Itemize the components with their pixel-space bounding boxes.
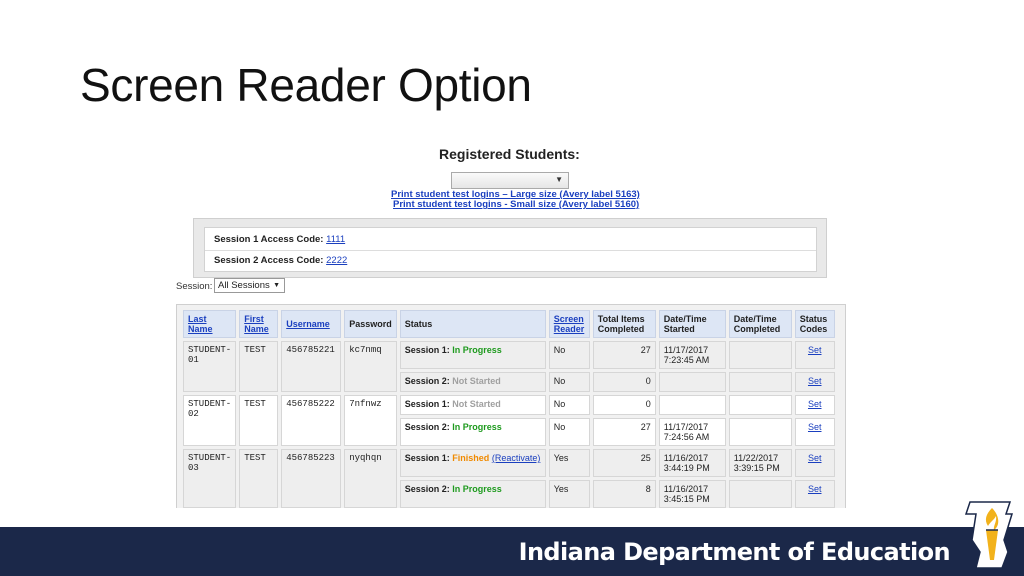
cell-status: Session 2: In Progress <box>399 418 546 446</box>
chevron-down-icon: ▼ <box>273 282 280 289</box>
dropdown-caret-icon: ▼ <box>555 175 563 184</box>
status-text: In Progress <box>452 345 502 355</box>
organization-name: Indiana Department of Education <box>518 538 951 566</box>
col-screen-reader[interactable]: Screen Reader <box>548 310 590 338</box>
table-header-row: Last Name First Name Username Password S… <box>183 310 835 338</box>
col-date-started: Date/Time Started <box>658 310 726 338</box>
set-status-code-link[interactable]: Set <box>794 341 835 369</box>
session-label: Session 2: <box>404 484 450 494</box>
access-code-link[interactable]: 1111 <box>326 234 345 245</box>
cell-items: 0 <box>592 372 656 392</box>
session-2-access-code: Session 2 Access Code: 2222 <box>214 255 347 266</box>
session-filter-select[interactable]: All Sessions ▼ <box>214 278 285 293</box>
set-status-code-link[interactable]: Set <box>794 395 835 415</box>
cell-last-name: STUDENT-03 <box>183 449 237 508</box>
access-codes-box: Session 1 Access Code: 1111 Session 2 Ac… <box>204 227 817 272</box>
cell-started: 11/17/2017 7:23:45 AM <box>658 341 726 369</box>
session-label: Session 2: <box>404 376 450 386</box>
table-row: STUDENT-01 TEST 456785221 kc7nmq Session… <box>183 341 835 392</box>
cell-last-name: STUDENT-02 <box>183 395 237 446</box>
cell-completed <box>728 341 792 369</box>
access-codes-panel: Session 1 Access Code: 1111 Session 2 Ac… <box>193 218 827 278</box>
cell-status: Session 1: Finished (Reactivate) <box>399 449 546 477</box>
cell-last-name: STUDENT-01 <box>183 341 237 392</box>
session-filter-label: Session: <box>176 281 213 292</box>
set-status-code-link[interactable]: Set <box>794 418 835 446</box>
cell-status: Session 1: In Progress <box>399 341 546 369</box>
cell-password: nyqhqn <box>344 449 397 508</box>
col-date-completed: Date/Time Completed <box>728 310 792 338</box>
cell-completed: 11/22/2017 3:39:15 PM <box>728 449 792 477</box>
cell-status: Session 1: Not Started <box>399 395 546 415</box>
screenshot-panel: Registered Students: ▼ Print student tes… <box>176 140 846 508</box>
divider <box>205 250 816 251</box>
cell-password: kc7nmq <box>344 341 397 392</box>
cell-screen-reader: No <box>548 372 590 392</box>
cell-started: 11/17/2017 7:24:56 AM <box>658 418 726 446</box>
cell-username: 456785222 <box>281 395 342 446</box>
cell-completed <box>728 395 792 415</box>
table-row: STUDENT-02 TEST 456785222 7nfnwz Session… <box>183 395 835 446</box>
slide-title: Screen Reader Option <box>80 59 532 111</box>
session-filter-value: All Sessions <box>218 280 270 291</box>
cell-completed <box>728 480 792 508</box>
cell-screen-reader: No <box>548 418 590 446</box>
col-last-name[interactable]: Last Name <box>183 310 237 338</box>
cell-completed <box>728 372 792 392</box>
status-text: In Progress <box>452 422 502 432</box>
cell-screen-reader: No <box>548 395 590 415</box>
status-text: Not Started <box>452 376 501 386</box>
students-table: Last Name First Name Username Password S… <box>180 307 838 508</box>
cell-started: 11/16/2017 3:45:15 PM <box>658 480 726 508</box>
cell-items: 27 <box>592 341 656 369</box>
cell-items: 25 <box>592 449 656 477</box>
session-1-access-code: Session 1 Access Code: 1111 <box>214 234 345 245</box>
cell-screen-reader: Yes <box>548 449 590 477</box>
session-label: Session 1: <box>404 399 450 409</box>
cell-screen-reader: No <box>548 341 590 369</box>
col-status-codes: Status Codes <box>794 310 835 338</box>
col-total-items: Total Items Completed <box>592 310 656 338</box>
cell-password: 7nfnwz <box>344 395 397 446</box>
torch-icon <box>964 501 1014 569</box>
cell-status: Session 2: In Progress <box>399 480 546 508</box>
cell-completed <box>728 418 792 446</box>
cell-items: 27 <box>592 418 656 446</box>
cell-started <box>658 395 726 415</box>
col-first-name[interactable]: First Name <box>239 310 279 338</box>
registered-students-title: Registered Students: <box>439 146 580 162</box>
access-code-label: Session 1 Access Code: <box>214 234 324 245</box>
students-table-container: Last Name First Name Username Password S… <box>176 304 846 508</box>
cell-first-name: TEST <box>239 449 279 508</box>
session-label: Session 2: <box>404 422 450 432</box>
col-username[interactable]: Username <box>281 310 342 338</box>
cell-screen-reader: Yes <box>548 480 590 508</box>
access-code-link[interactable]: 2222 <box>326 255 347 266</box>
status-text: Not Started <box>452 399 501 409</box>
print-small-labels-link[interactable]: Print student test logins - Small size (… <box>393 199 639 210</box>
access-code-label: Session 2 Access Code: <box>214 255 324 266</box>
footer-bar: Indiana Department of Education <box>0 527 1024 576</box>
cell-username: 456785223 <box>281 449 342 508</box>
set-status-code-link[interactable]: Set <box>794 480 835 508</box>
col-password: Password <box>344 310 397 338</box>
status-text: Finished <box>452 453 490 463</box>
cell-started <box>658 372 726 392</box>
set-status-code-link[interactable]: Set <box>794 449 835 477</box>
cell-items: 8 <box>592 480 656 508</box>
session-label: Session 1: <box>404 453 450 463</box>
cell-items: 0 <box>592 395 656 415</box>
cell-first-name: TEST <box>239 341 279 392</box>
cell-first-name: TEST <box>239 395 279 446</box>
cell-username: 456785221 <box>281 341 342 392</box>
status-text: In Progress <box>452 484 502 494</box>
cell-status: Session 2: Not Started <box>399 372 546 392</box>
reactivate-link[interactable]: (Reactivate) <box>492 453 541 463</box>
session-label: Session 1: <box>404 345 450 355</box>
cell-started: 11/16/2017 3:44:19 PM <box>658 449 726 477</box>
col-status: Status <box>399 310 546 338</box>
table-row: STUDENT-03 TEST 456785223 nyqhqn Session… <box>183 449 835 508</box>
set-status-code-link[interactable]: Set <box>794 372 835 392</box>
registered-students-dropdown[interactable]: ▼ <box>451 172 569 189</box>
